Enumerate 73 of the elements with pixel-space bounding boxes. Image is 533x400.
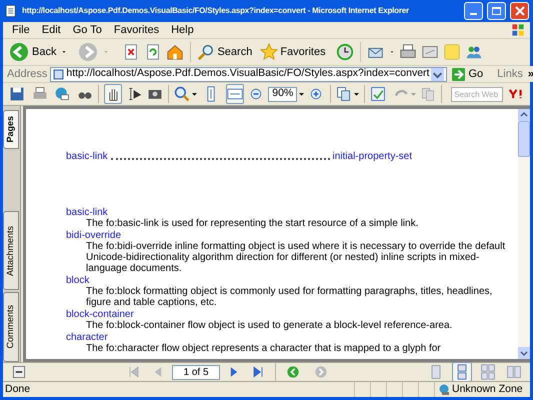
maximize-button[interactable]: [487, 2, 506, 20]
copy-icon: [420, 86, 436, 102]
star-icon[interactable]: [260, 43, 278, 61]
address-label: Address: [7, 66, 48, 82]
facing-pages-icon: [506, 364, 522, 380]
entry-description: The fo:block formatting object is commonly used for formatting paragraphs, titles, headlines, figure and table captions, etc.: [85, 286, 494, 308]
menu-item[interactable]: Favorites: [108, 22, 166, 38]
menu-item[interactable]: Go To: [66, 22, 108, 38]
continuous-facing-icon: [480, 364, 496, 380]
side-tab[interactable]: Pages: [3, 110, 19, 149]
yahoo-logo-icon[interactable]: [509, 88, 524, 100]
entry-term[interactable]: block-container: [66, 309, 512, 320]
toc-link[interactable]: initial-property-set: [332, 151, 412, 162]
fit-width-button[interactable]: [226, 84, 244, 104]
windows-logo-icon[interactable]: [510, 22, 526, 38]
entry-description: The fo:character flow object represents a character that is mapped to a glyph for: [85, 343, 442, 354]
side-tab[interactable]: Comments: [3, 292, 19, 362]
menu-item[interactable]: File: [6, 22, 36, 38]
scrollbar-thumb[interactable]: [518, 121, 530, 157]
links-label[interactable]: Links: [497, 66, 523, 82]
zoom-field[interactable]: 90%: [268, 86, 298, 102]
page-layout-icon: [336, 86, 352, 102]
search-icon[interactable]: [197, 43, 216, 61]
forward-view-icon: [313, 364, 329, 380]
status-text: Done: [4, 382, 32, 397]
globe-computer-icon: [438, 384, 450, 396]
select-text-icon: [126, 86, 142, 102]
page-icon[interactable]: [4, 4, 18, 18]
continuous-facing-button[interactable]: [478, 362, 498, 382]
menu-item[interactable]: Edit: [36, 22, 67, 38]
fit-width-icon: [226, 86, 243, 102]
side-tab[interactable]: Attachments: [3, 210, 19, 290]
spell-check-button[interactable]: [370, 84, 386, 104]
hand-tool-button[interactable]: [104, 84, 122, 104]
menu-item[interactable]: Help: [165, 22, 200, 38]
entry-term[interactable]: bidi-override: [66, 230, 512, 241]
page-number-field[interactable]: 1 of 5: [172, 364, 220, 380]
dropdown-caret-icon[interactable]: [354, 90, 360, 98]
minimize-button[interactable]: [464, 2, 483, 20]
vertical-scrollbar[interactable]: [518, 109, 530, 359]
favorites-button[interactable]: Favorites: [260, 43, 326, 61]
close-icon: [514, 6, 524, 16]
email-icon: [54, 86, 70, 102]
page-icon: [53, 68, 64, 80]
go-arrow-icon: [452, 68, 466, 80]
entry-term[interactable]: block: [66, 275, 512, 286]
zoom-in-button[interactable]: [174, 84, 190, 104]
back-button[interactable]: Back: [9, 42, 56, 62]
save-icon: [9, 86, 26, 102]
toggle-panel-icon: [11, 364, 27, 380]
window-title: http://localhost/Aspose.Pdf.Demos.VisualBasic/FO/Styles.aspx?index=convert - Microsoft Internet Explorer: [22, 5, 410, 17]
entry-term[interactable]: character: [66, 332, 512, 343]
toc-link[interactable]: basic-link: [66, 151, 108, 162]
zone-text: Unknown Zone: [452, 382, 523, 397]
search-button[interactable]: Search: [197, 43, 252, 61]
page-layout-button[interactable]: [336, 84, 352, 104]
entry-description: The fo:block-container flow object is used to generate a block-level reference-area.: [85, 320, 454, 331]
entry-description: The fo:bidi-override inline formatting object is used where it is necessary to override the default Unicode-bidirectionality algorithm direction for different (or nested) inline scripts in mixed-language documents.: [85, 241, 506, 274]
zoom-in-icon: [174, 86, 190, 102]
spell-check-icon: [370, 86, 386, 102]
entry-term[interactable]: basic-link: [66, 207, 512, 218]
back-view-icon: [285, 364, 301, 380]
print-icon: [32, 86, 48, 102]
history-clock-icon[interactable]: [336, 43, 354, 61]
go-button[interactable]: Go: [450, 66, 486, 82]
dropdown-caret-icon[interactable]: [192, 90, 198, 98]
entry-description: The fo:basic-link is used for representing the start resource of a simple link.: [85, 218, 420, 229]
edit-window-icon[interactable]: [420, 43, 439, 61]
continuous-page-button[interactable]: [452, 362, 472, 382]
printer-icon[interactable]: [398, 43, 417, 61]
close-button[interactable]: [510, 2, 529, 20]
home-icon[interactable]: [166, 43, 184, 61]
search-web-field[interactable]: Search Web: [451, 86, 504, 102]
